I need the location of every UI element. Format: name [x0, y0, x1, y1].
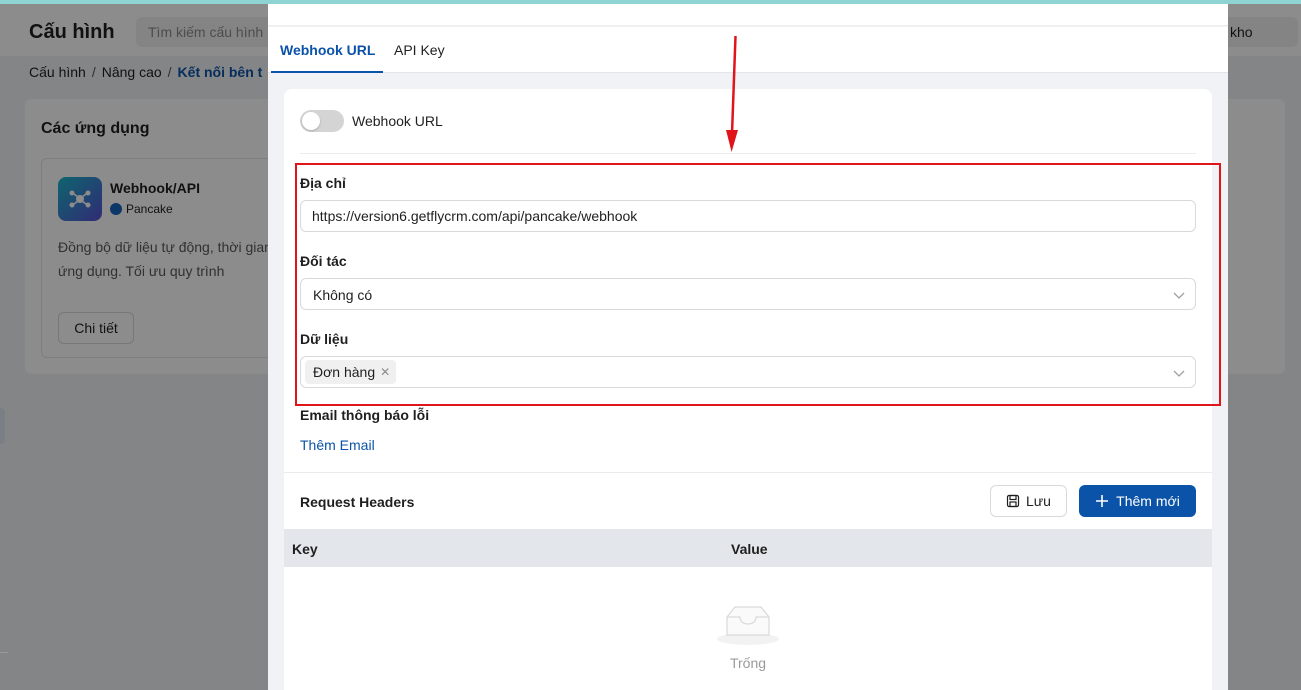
arrow-down-icon: [726, 35, 738, 152]
empty-state-text: Trống: [729, 655, 767, 671]
column-header-key: Key: [292, 541, 318, 557]
column-header-value: Value: [731, 541, 768, 557]
add-new-button[interactable]: Thêm mới: [1079, 485, 1196, 517]
plus-icon: [1096, 495, 1109, 507]
save-button[interactable]: Lưu: [990, 485, 1067, 517]
modal-tabs: Webhook URL API Key: [268, 27, 1228, 73]
request-headers-title: Request Headers: [300, 494, 415, 510]
tab-api-key[interactable]: API Key: [394, 42, 445, 58]
webhook-url-toggle-label: Webhook URL: [352, 113, 443, 129]
headers-table-head: Key Value: [284, 529, 1212, 567]
edge-line: [0, 652, 8, 653]
divider: [284, 472, 1212, 473]
error-email-label: Email thông báo lỗi: [300, 407, 430, 423]
tab-webhook-url[interactable]: Webhook URL: [280, 42, 375, 58]
divider: [300, 153, 1196, 154]
add-new-button-label: Thêm mới: [1116, 493, 1180, 509]
save-button-label: Lưu: [1026, 493, 1051, 509]
save-icon: [1006, 494, 1020, 508]
active-tab-indicator: [271, 71, 383, 73]
add-email-link[interactable]: Thêm Email: [300, 437, 375, 453]
toggle-knob: [302, 112, 320, 130]
webhook-url-toggle[interactable]: [300, 110, 344, 132]
modal-topbar: [268, 4, 1228, 26]
highlight-box: [295, 163, 1221, 406]
empty-box-icon: [717, 606, 779, 645]
